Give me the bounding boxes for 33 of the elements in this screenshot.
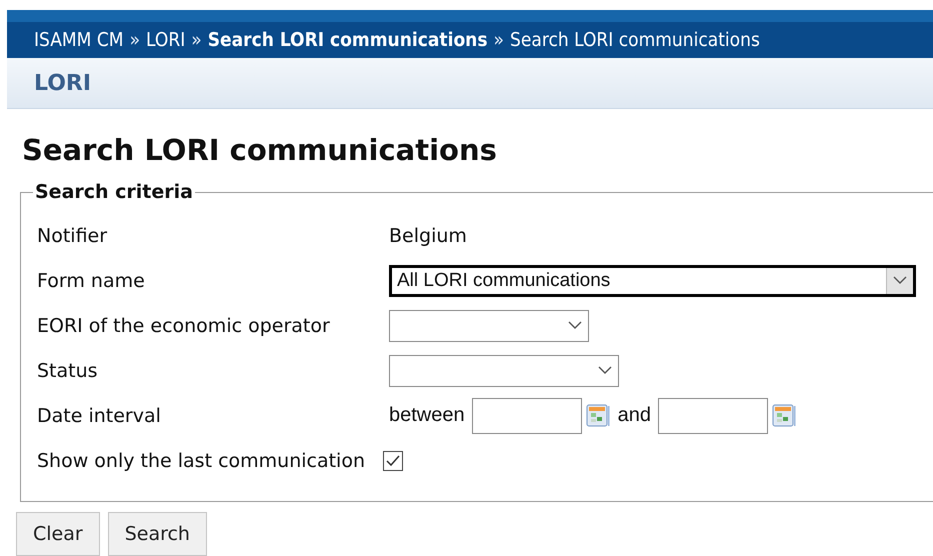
date-field[interactable]: [658, 398, 768, 434]
field-value: Belgium: [389, 224, 467, 246]
clear-button[interactable]: Clear: [16, 512, 100, 556]
breadcrumb-link[interactable]: ISAMM CM: [34, 29, 124, 51]
dropdown[interactable]: All LORI communications: [389, 264, 916, 296]
breadcrumb-separator: »: [494, 29, 504, 51]
chevron-down-icon: [893, 276, 907, 285]
chevron-down-icon: [568, 321, 582, 330]
breadcrumb-separator: »: [191, 29, 202, 51]
search-button[interactable]: Search: [108, 512, 207, 556]
field-label: EORI of the economic operator: [37, 314, 331, 338]
field-label: Status: [37, 358, 99, 384]
fieldset-legend: Search criteria: [33, 181, 195, 203]
field-label: Form name: [37, 268, 146, 294]
checkbox[interactable]: [383, 450, 403, 470]
calendar-icon[interactable]: [586, 404, 610, 428]
range-label: between: [389, 404, 465, 427]
section-title: LORI: [34, 70, 92, 96]
page-title: Search LORI communications: [22, 133, 498, 167]
checkmark-icon: [385, 454, 401, 468]
breadcrumb-link[interactable]: Search LORI communications: [208, 29, 488, 51]
field-label: Show only the last communication: [37, 448, 366, 474]
field-label: Notifier: [37, 224, 108, 248]
breadcrumb-link[interactable]: Search LORI communications: [510, 29, 760, 51]
breadcrumb-separator: »: [130, 29, 140, 51]
dropdown[interactable]: [389, 354, 619, 386]
date-field[interactable]: [472, 398, 582, 434]
chevron-down-icon: [598, 366, 612, 375]
dropdown[interactable]: [389, 310, 589, 342]
field-label: Date interval: [37, 404, 162, 428]
calendar-icon[interactable]: [772, 404, 796, 428]
range-label: and: [618, 404, 651, 427]
breadcrumb-link[interactable]: LORI: [146, 29, 186, 51]
